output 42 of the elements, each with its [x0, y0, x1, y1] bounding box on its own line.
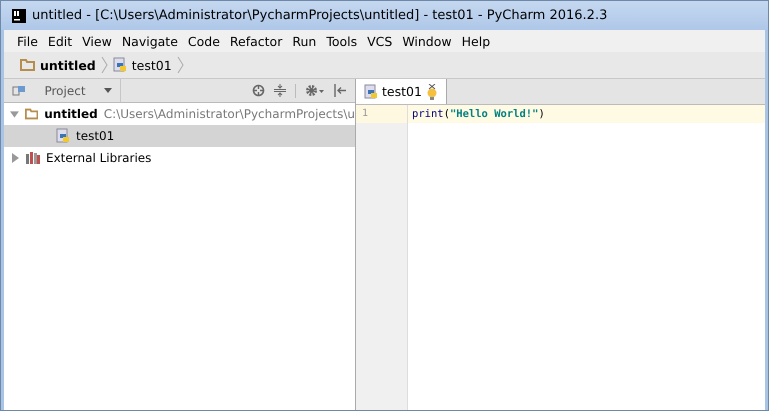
target-icon[interactable] [252, 84, 265, 97]
app-logo-icon [12, 8, 26, 22]
panel-icon [12, 84, 26, 96]
python-file-icon [364, 84, 378, 100]
python-file-icon [56, 128, 70, 144]
books-icon [26, 152, 40, 164]
line-number: 1 [356, 105, 407, 123]
chevron-icon [100, 56, 108, 74]
editor-tab[interactable]: test01 [356, 79, 447, 104]
lightbulb-icon[interactable] [426, 84, 438, 100]
menu-item[interactable]: Window [397, 34, 457, 48]
collapse-all-icon[interactable] [274, 84, 286, 97]
dropdown-arrow-icon [104, 88, 112, 93]
expander-icon[interactable] [10, 153, 20, 163]
folder-icon [24, 108, 38, 120]
tree-row[interactable]: test01 [4, 125, 355, 147]
window-title: untitled - [C:\Users\Administrator\PycharmProjects\untitled] - test01 - PyCharm 2016.2.3 [32, 8, 608, 23]
menu-item[interactable]: Tools [321, 34, 362, 48]
tree-row[interactable]: External Libraries [4, 147, 355, 169]
tree-item-label: test01 [76, 129, 114, 143]
chevron-icon [176, 56, 184, 74]
hide-panel-icon[interactable] [334, 84, 347, 97]
tree-item-label: External Libraries [46, 151, 152, 165]
menu-item[interactable]: Edit [42, 34, 78, 48]
breadcrumb-item[interactable]: test01 [132, 58, 172, 72]
tree-item-path: C:\Users\Administrator\PycharmProjects\u [104, 107, 355, 121]
folder-icon [20, 59, 35, 71]
tree-item-label: untitled [44, 107, 98, 121]
menu-item[interactable]: Help [456, 34, 496, 48]
menu-item[interactable]: Navigate [116, 34, 183, 48]
menu-item[interactable]: Run [287, 34, 322, 48]
python-file-icon [112, 57, 127, 73]
expander-icon[interactable] [10, 109, 19, 119]
menu-item[interactable]: VCS [362, 34, 398, 48]
menu-item[interactable]: Code [182, 34, 225, 48]
menu-item[interactable]: View [77, 34, 117, 48]
tree-row[interactable]: untitled C:\Users\Administrator\PycharmProjects\u [4, 103, 355, 125]
menu-item[interactable]: File [12, 34, 43, 48]
menu-item[interactable]: Refactor [224, 34, 288, 48]
gear-icon[interactable] [305, 84, 325, 97]
code-line: print("Hello World!") [412, 107, 545, 122]
breadcrumb-item[interactable]: untitled [40, 58, 96, 72]
